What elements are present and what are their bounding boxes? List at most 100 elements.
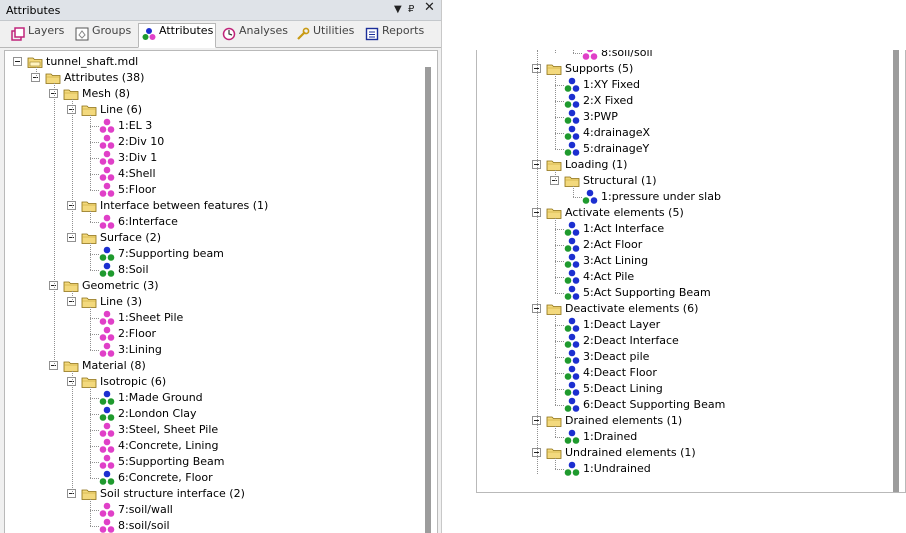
- tree-item-attribute[interactable]: 6:Deact Supporting Beam: [477, 397, 905, 413]
- tree-item-attribute[interactable]: 1:Undrained: [477, 461, 905, 477]
- tree-connector: [90, 387, 91, 478]
- tree-item-folder[interactable]: tunnel_shaft.mdl: [5, 54, 437, 70]
- tree-item-attribute[interactable]: 3:Deact pile: [477, 349, 905, 365]
- tree-item-folder[interactable]: Attributes (38): [5, 70, 437, 86]
- tree-item-label: tunnel_shaft.mdl: [46, 55, 139, 68]
- tree-item-attribute[interactable]: 8:soil/soil: [477, 50, 905, 61]
- attribute-icon: [99, 246, 115, 261]
- collapse-toggle-icon[interactable]: [13, 57, 22, 66]
- tree-item-attribute[interactable]: 5:Supporting Beam: [5, 454, 437, 470]
- tree-item-attribute[interactable]: 2:X Fixed: [477, 93, 905, 109]
- tree-connector: [90, 446, 99, 447]
- tree-item-attribute[interactable]: 3:Act Lining: [477, 253, 905, 269]
- tree-item-folder[interactable]: Activate elements (5): [477, 205, 905, 221]
- tree-item-attribute[interactable]: 4:Shell: [5, 166, 437, 182]
- tab-analyses[interactable]: Analyses: [219, 24, 289, 45]
- tree-connector: [555, 405, 564, 406]
- tree-connector: [90, 190, 99, 191]
- tree-item-attribute[interactable]: 8:Soil: [5, 262, 437, 278]
- tree-item-label: 1:Deact Layer: [583, 318, 661, 331]
- tree-item-folder[interactable]: Material (8): [5, 358, 437, 374]
- tree-item-folder[interactable]: Line (3): [5, 294, 437, 310]
- tree-item-label: 2:London Clay: [118, 407, 197, 420]
- tree-item-attribute[interactable]: 1:EL 3: [5, 118, 437, 134]
- tree-item-attribute[interactable]: 1:Made Ground: [5, 390, 437, 406]
- tree-item-attribute[interactable]: 2:Floor: [5, 326, 437, 342]
- tab-attributes[interactable]: Attributes: [138, 23, 216, 48]
- tree-item-attribute[interactable]: 1:pressure under slab: [477, 189, 905, 205]
- tree-item-attribute[interactable]: 3:Lining: [5, 342, 437, 358]
- tree-item-attribute[interactable]: 1:Deact Layer: [477, 317, 905, 333]
- tree-connector: [90, 126, 99, 127]
- tree-item-attribute[interactable]: 6:Concrete, Floor: [5, 470, 437, 486]
- tree-item-attribute[interactable]: 2:Act Floor: [477, 237, 905, 253]
- tree-connector: [90, 510, 99, 511]
- tree-item-folder[interactable]: Soil structure interface (2): [5, 486, 437, 502]
- tree-item-attribute[interactable]: 1:Drained: [477, 429, 905, 445]
- tree-item-folder[interactable]: Supports (5): [477, 61, 905, 77]
- attribute-icon: [99, 470, 115, 485]
- tree-connector: [90, 526, 99, 527]
- tree-item-label: 4:Concrete, Lining: [118, 439, 219, 452]
- tree-item-attribute[interactable]: 5:drainageY: [477, 141, 905, 157]
- tab-reports[interactable]: Reports: [362, 24, 426, 45]
- tree-item-attribute[interactable]: 1:Act Interface: [477, 221, 905, 237]
- tree-item-label: 5:Deact Lining: [583, 382, 663, 395]
- tree-item-folder[interactable]: Interface between features (1): [5, 198, 437, 214]
- tree-item-folder[interactable]: Loading (1): [477, 157, 905, 173]
- tree-item-attribute[interactable]: 5:Act Supporting Beam: [477, 285, 905, 301]
- tree-item-label: 3:Deact pile: [583, 350, 650, 363]
- tree-item-label: 5:drainageY: [583, 142, 650, 155]
- pin-icon[interactable]: ₽: [408, 3, 414, 16]
- tree-item-attribute[interactable]: 2:Div 10: [5, 134, 437, 150]
- close-icon[interactable]: ✕: [424, 1, 435, 14]
- tree-item-folder[interactable]: Structural (1): [477, 173, 905, 189]
- tree-item-attribute[interactable]: 3:Div 1: [5, 150, 437, 166]
- tree-item-folder[interactable]: Line (6): [5, 102, 437, 118]
- tree-item-label: Attributes (38): [64, 71, 145, 84]
- tree-item-attribute[interactable]: 3:Steel, Sheet Pile: [5, 422, 437, 438]
- tree-item-attribute[interactable]: 7:Supporting beam: [5, 246, 437, 262]
- tree-item-attribute[interactable]: 4:drainageX: [477, 125, 905, 141]
- attribute-icon: [99, 422, 115, 437]
- tree-item-attribute[interactable]: 6:Interface: [5, 214, 437, 230]
- tree-item-attribute[interactable]: 7:soil/wall: [5, 502, 437, 518]
- tree-connector: [555, 170, 556, 181]
- tree-item-attribute[interactable]: 1:XY Fixed: [477, 77, 905, 93]
- tab-groups[interactable]: Groups: [72, 24, 134, 45]
- tree-item-folder[interactable]: Isotropic (6): [5, 374, 437, 390]
- attribute-icon: [564, 221, 580, 236]
- attribute-icon: [564, 429, 580, 444]
- tree-item-folder[interactable]: Geometric (3): [5, 278, 437, 294]
- tree-item-attribute[interactable]: 4:Deact Floor: [477, 365, 905, 381]
- tree-item-attribute[interactable]: 2:London Clay: [5, 406, 437, 422]
- tree-item-attribute[interactable]: 5:Floor: [5, 182, 437, 198]
- tree-item-folder[interactable]: Deactivate elements (6): [477, 301, 905, 317]
- tree-connector: [90, 414, 99, 415]
- tree-item-attribute[interactable]: 5:Deact Lining: [477, 381, 905, 397]
- tree-connector: [573, 186, 574, 197]
- tree-item-label: Line (3): [100, 295, 143, 308]
- tree-item-folder[interactable]: Drained elements (1): [477, 413, 905, 429]
- folder-icon: [81, 233, 97, 244]
- attribute-icon: [99, 134, 115, 149]
- tree-item-label: 7:soil/wall: [118, 503, 173, 516]
- tree-item-folder[interactable]: Undrained elements (1): [477, 445, 905, 461]
- tree-connector: [555, 261, 564, 262]
- tree-item-attribute[interactable]: 2:Deact Interface: [477, 333, 905, 349]
- tree-item-attribute[interactable]: 3:PWP: [477, 109, 905, 125]
- tree-item-attribute[interactable]: 4:Act Pile: [477, 269, 905, 285]
- dropdown-arrow-icon[interactable]: ▼: [394, 3, 402, 16]
- attribute-icon: [99, 390, 115, 405]
- tree-item-folder[interactable]: Surface (2): [5, 230, 437, 246]
- layers-icon: [11, 27, 25, 41]
- tree-item-attribute[interactable]: 4:Concrete, Lining: [5, 438, 437, 454]
- attribute-icon: [564, 397, 580, 412]
- tree-item-folder[interactable]: Mesh (8): [5, 86, 437, 102]
- tab-layers[interactable]: Layers: [8, 24, 66, 45]
- tab-utilities[interactable]: Utilities: [293, 24, 359, 45]
- tree-connector: [555, 373, 564, 374]
- tree-item-attribute[interactable]: 8:soil/soil: [5, 518, 437, 533]
- attribute-icon: [564, 349, 580, 364]
- tree-item-attribute[interactable]: 1:Sheet Pile: [5, 310, 437, 326]
